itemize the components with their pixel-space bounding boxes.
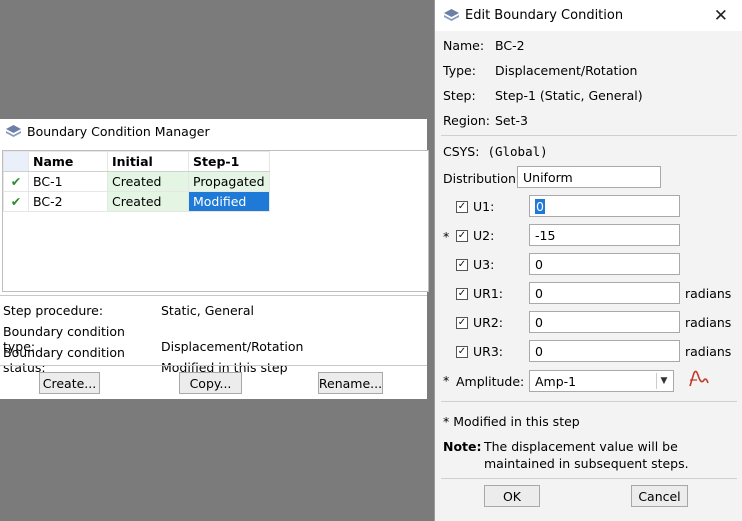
csys-value[interactable]: (Global) <box>487 144 547 159</box>
ur2-checkbox[interactable]: ✓ <box>456 317 468 329</box>
column-header-initial[interactable]: Initial <box>107 151 189 172</box>
divider <box>441 401 737 402</box>
cancel-button[interactable]: Cancel <box>631 485 688 507</box>
u2-label: U2: <box>473 228 495 243</box>
u2-modified-marker: * <box>443 229 450 244</box>
boundary-condition-manager-window: Boundary Condition Manager Name Initial … <box>0 119 429 399</box>
table-row[interactable]: ✔ BC-2 Created Modified <box>3 191 270 212</box>
row-initial[interactable]: Created <box>107 171 189 192</box>
abaqus-app-icon <box>444 9 459 21</box>
ur1-label: UR1: <box>473 286 503 301</box>
region-row: Region: Set-3 <box>443 113 528 128</box>
csys-label: CSYS: <box>443 144 480 159</box>
table-header-row: Name Initial Step-1 <box>3 151 270 172</box>
info-label: Boundary condition status: <box>3 345 125 375</box>
name-label: Name: <box>443 38 485 53</box>
amplitude-wave-icon[interactable] <box>689 370 709 388</box>
ur1-input[interactable]: 0 <box>529 282 680 304</box>
ok-button[interactable]: OK <box>484 485 540 507</box>
step-row: Step: Step-1 (Static, General) <box>443 88 643 103</box>
info-step-procedure: Step procedure: Static, General <box>3 303 254 318</box>
close-icon[interactable]: ✕ <box>714 6 728 26</box>
manager-titlebar: Boundary Condition Manager <box>0 119 427 144</box>
row-name[interactable]: BC-1 <box>28 171 108 192</box>
amplitude-select[interactable]: Amp-1 ▼ <box>529 370 674 392</box>
region-value: Set-3 <box>495 113 528 128</box>
u2-checkbox[interactable]: ✓ <box>456 230 468 242</box>
ur3-input[interactable]: 0 <box>529 340 680 362</box>
column-header-name[interactable]: Name <box>28 151 108 172</box>
active-check-icon[interactable]: ✔ <box>3 191 29 212</box>
u2-input[interactable]: -15 <box>529 224 680 246</box>
bc-table[interactable]: Name Initial Step-1 ✔ BC-1 Created Propa… <box>2 150 429 292</box>
ur1-unit: radians <box>685 286 732 301</box>
csys-row: CSYS: (Global) <box>443 144 548 159</box>
u1-checkbox[interactable]: ✓ <box>456 201 468 213</box>
modified-note: * Modified in this step <box>443 414 580 429</box>
name-value: BC-2 <box>495 38 525 53</box>
note-label: Note: <box>443 439 482 454</box>
manager-title: Boundary Condition Manager <box>27 124 210 139</box>
info-value: Static, General <box>161 303 254 318</box>
row-initial[interactable]: Created <box>107 191 189 212</box>
abaqus-app-icon <box>6 125 21 137</box>
type-value: Displacement/Rotation <box>495 63 638 78</box>
step-label: Step: <box>443 88 476 103</box>
edit-boundary-condition-dialog: Edit Boundary Condition ✕ Name: BC-2 Type… <box>434 0 742 521</box>
info-bc-status: Boundary condition status: Modified in th… <box>3 345 288 375</box>
divider <box>0 295 427 296</box>
ur2-unit: radians <box>685 315 732 330</box>
step-value: Step-1 (Static, General) <box>495 88 643 103</box>
chevron-down-icon[interactable]: ▼ <box>656 373 671 389</box>
u1-input[interactable]: 0 <box>529 195 680 217</box>
u1-label: U1: <box>473 199 495 214</box>
row-step1[interactable]: Propagated <box>188 171 270 192</box>
copy-button[interactable]: Copy... <box>179 372 242 394</box>
dialog-titlebar[interactable]: Edit Boundary Condition ✕ <box>435 0 742 31</box>
u3-input[interactable]: 0 <box>529 253 680 275</box>
divider <box>441 135 737 136</box>
rename-button[interactable]: Rename... <box>318 372 383 394</box>
ur3-checkbox[interactable]: ✓ <box>456 346 468 358</box>
ur2-input[interactable]: 0 <box>529 311 680 333</box>
column-header-step1[interactable]: Step-1 <box>188 151 270 172</box>
distribution-label: Distribution: <box>443 171 521 186</box>
divider <box>0 365 427 366</box>
ur3-unit: radians <box>685 344 732 359</box>
dialog-title: Edit Boundary Condition <box>465 8 624 23</box>
table-corner <box>3 151 29 172</box>
amplitude-marker: * <box>443 373 450 388</box>
type-label: Type: <box>443 63 476 78</box>
amplitude-value: Amp-1 <box>535 373 577 389</box>
create-button[interactable]: Create... <box>39 372 100 394</box>
row-name[interactable]: BC-2 <box>28 191 108 212</box>
amplitude-label: Amplitude: <box>456 374 525 389</box>
note-text-line1: The displacement value will be <box>484 439 678 454</box>
note-text-line2: maintained in subsequent steps. <box>484 456 689 471</box>
name-row: Name: BC-2 <box>443 38 525 53</box>
distribution-select[interactable]: Uniform <box>517 166 661 188</box>
region-label: Region: <box>443 113 491 128</box>
table-row[interactable]: ✔ BC-1 Created Propagated <box>3 171 270 192</box>
active-check-icon[interactable]: ✔ <box>3 171 29 192</box>
info-label: Step procedure: <box>3 303 104 318</box>
type-row: Type: Displacement/Rotation <box>443 63 637 78</box>
divider <box>441 478 737 479</box>
u3-label: U3: <box>473 257 495 272</box>
ur2-label: UR2: <box>473 315 503 330</box>
u3-checkbox[interactable]: ✓ <box>456 259 468 271</box>
ur1-checkbox[interactable]: ✓ <box>456 288 468 300</box>
u1-value[interactable]: 0 <box>535 198 545 214</box>
row-step1-selected[interactable]: Modified <box>188 191 270 212</box>
ur3-label: UR3: <box>473 344 503 359</box>
